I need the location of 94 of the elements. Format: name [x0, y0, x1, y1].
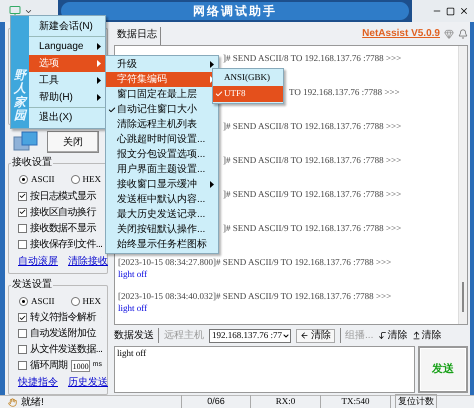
arrow-up-icon [412, 331, 422, 340]
clear-up-button[interactable]: 清除 [412, 328, 442, 343]
checkbox[interactable] [18, 192, 27, 200]
log-line: ]# SEND ASCII/9 TO 192.168.137.76 :7788 >>> [223, 188, 402, 200]
checkbox-label: 从文件发送数据... [30, 342, 102, 357]
log-message: light off [118, 302, 148, 314]
checkbox[interactable] [18, 361, 27, 370]
corner-arrow-icon [378, 331, 388, 340]
checkbox[interactable] [18, 240, 27, 248]
menu-item[interactable]: 关闭按钮默认操作... [106, 222, 218, 237]
menu-item[interactable]: 升级 [106, 57, 218, 72]
radio-button[interactable] [70, 175, 80, 184]
menu-item[interactable]: 工具 [29, 72, 105, 89]
submenu-arrow-icon [210, 181, 214, 188]
log-line: [2023-10-15 08:34:40.032]# SEND ASCII/9 TO 192.168.137.76 :7788 >>> [118, 290, 392, 302]
log-message: light off [118, 268, 148, 280]
arrow-left-icon [300, 331, 310, 340]
menu-item[interactable]: 用户界面主题设置... [106, 162, 218, 177]
checkbox[interactable] [18, 329, 27, 338]
checkbox-label: 接收保存到文件... [30, 238, 102, 252]
check-icon [215, 90, 223, 98]
submenu-arrow-icon [97, 77, 101, 84]
log-line: ]# SEND ASCII/9 TO 192.168.137.76 :7788 >>> [223, 222, 402, 234]
checkbox-label: 按日志模式显示 [30, 190, 96, 204]
check-icon [108, 106, 116, 114]
radio-button[interactable] [19, 175, 28, 184]
menu-item[interactable]: 新建会话(N) [29, 18, 105, 35]
menu-item[interactable]: 选项 [29, 55, 105, 72]
menu-item[interactable]: 最大历史发送记录... [106, 207, 218, 222]
window-title: 网络调试助手 [193, 3, 277, 20]
period-field[interactable]: 1000 [70, 360, 90, 372]
checkbox-label: 接收区自动换行 [30, 206, 96, 220]
bell-icon[interactable] [458, 28, 468, 38]
menu-item[interactable]: 心跳超时时间设置... [106, 132, 218, 147]
tx-counter: TX:540 [321, 395, 391, 408]
link[interactable]: 自动滚屏 [18, 254, 58, 268]
link[interactable]: 清除接收 [68, 254, 108, 268]
close-button[interactable]: 关闭 [47, 131, 99, 153]
checkbox-label: 转义符指令解析 [30, 310, 96, 325]
submenu-arrow-icon [210, 61, 214, 68]
log-line: ]# SEND ASCII/8 TO 192.168.137.76 :7788 >>> [223, 52, 402, 64]
checkbox[interactable] [18, 208, 27, 216]
radio-label: HEX [82, 294, 102, 308]
clear-button[interactable]: 清除 [296, 328, 336, 342]
submenu-arrow-icon [97, 43, 101, 50]
menu-item[interactable]: 帮助(H) [29, 89, 105, 106]
multicast-label: 组播... [340, 328, 374, 343]
close-icon[interactable] [459, 6, 469, 16]
menu-item[interactable]: Language [29, 38, 105, 55]
maximize-icon[interactable] [446, 6, 455, 16]
menu-item[interactable]: UTF8 [213, 86, 283, 102]
dropdown-caret-icon[interactable] [282, 332, 290, 340]
remote-host-label: 远程主机 [164, 328, 204, 343]
link[interactable]: 历史发送 [68, 375, 108, 390]
status-message: 就绪! [21, 396, 45, 408]
radio-label: HEX [82, 173, 102, 186]
brand-text: 野人家园 [14, 69, 26, 122]
checkbox-label: 接收数据不显示 [30, 222, 96, 236]
group-title: 发送设置 [11, 278, 53, 290]
radio-button[interactable] [70, 296, 80, 306]
log-line: ]# SEND ASCII/8 TO 192.168.137.76 :7788 >>> [223, 154, 402, 166]
radio-label: ASCII [31, 173, 55, 186]
scrollbar[interactable] [458, 46, 467, 324]
menu-item[interactable]: 自动记住窗口大小 [106, 102, 218, 117]
radio-label: ASCII [31, 294, 55, 308]
menu-item[interactable]: 始终显示任务栏图标 [106, 237, 218, 252]
hand-icon [8, 398, 17, 406]
submenu-arrow-icon [97, 94, 101, 101]
clear-down-button[interactable]: 清除 [378, 328, 408, 343]
checkbox-label: 自动发送附加位 [30, 326, 96, 341]
log-line: TO 192.168.137.76 :7788 >>> [289, 86, 400, 98]
byte-counter: 0/66 [181, 395, 251, 408]
remote-host-select[interactable]: 192.168.137.76 :77 [209, 328, 292, 342]
submenu-arrow-icon [97, 60, 101, 67]
checkbox[interactable] [18, 224, 27, 232]
menu-item[interactable]: 退出(X) [29, 109, 105, 126]
log-line: [2023-10-15 08:34:27.800]# SEND ASCII/9 TO 192.168.137.76 :7788 >>> [118, 256, 392, 268]
checkbox[interactable] [18, 345, 27, 354]
radio-button[interactable] [19, 296, 28, 306]
network-icon [13, 131, 39, 153]
log-line: ]# SEND ASCII/8 TO 192.168.137.76 :7788 >>> [223, 120, 402, 132]
reset-counter-button[interactable]: 复位计数 [395, 394, 437, 408]
send-tab[interactable]: 数据发送 [114, 328, 159, 343]
checkbox[interactable] [18, 313, 27, 322]
menu-item[interactable]: 接收窗口显示缓冲 [106, 177, 218, 192]
group-title: 接收设置 [11, 157, 53, 169]
menu-item[interactable]: 报文分包设置选项... [106, 147, 218, 162]
gem-icon[interactable] [444, 28, 454, 38]
link[interactable]: 快捷指令 [18, 375, 58, 390]
menu-item[interactable]: 清除远程主机列表 [106, 117, 218, 132]
send-text-field[interactable]: light off [114, 346, 415, 393]
checkbox-label: 循环周期 [30, 358, 68, 373]
rx-counter: RX:0 [251, 395, 321, 408]
menu-item[interactable]: 发送框中默认内容... [106, 192, 218, 207]
